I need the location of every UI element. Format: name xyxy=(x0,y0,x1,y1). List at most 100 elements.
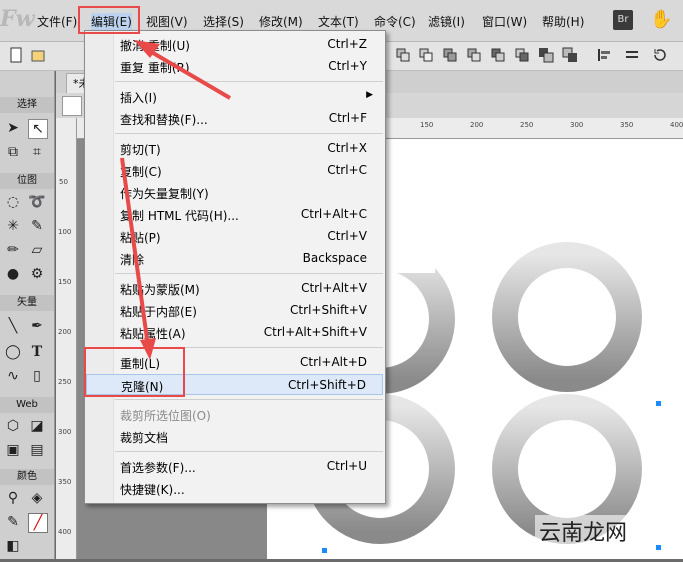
menu-item-shortcut: Ctrl+C xyxy=(327,163,367,177)
tools-section-vector: 矢量 xyxy=(0,295,54,311)
pen-icon[interactable]: ✒ xyxy=(28,317,46,335)
menu-text[interactable]: 文本(T) xyxy=(318,13,359,30)
menu-item-label: 插入(I) xyxy=(120,91,157,105)
menu-item-crop-document[interactable]: 裁剪文档 xyxy=(86,426,383,447)
brush-icon[interactable]: ✎ xyxy=(28,217,46,235)
ruler-tick: 300 xyxy=(58,428,72,436)
eyedropper-icon[interactable]: ⚲ xyxy=(4,489,22,507)
menu-item-label: 快捷键(K)... xyxy=(120,483,185,497)
ungroup-icon[interactable] xyxy=(418,47,434,63)
paint-bucket-icon[interactable]: ◈ xyxy=(28,489,46,507)
menu-item-label: 首选参数(F)... xyxy=(120,461,196,475)
menu-item-paste-attributes[interactable]: 粘贴属性(A) Ctrl+Alt+Shift+V xyxy=(86,322,383,343)
ellipse-icon[interactable]: ◯ xyxy=(4,343,22,361)
ruler-tick: 350 xyxy=(58,478,72,486)
menu-help[interactable]: 帮助(H) xyxy=(542,13,584,30)
menu-item-paste-as-mask[interactable]: 粘贴为蒙版(M) Ctrl+Alt+V xyxy=(86,278,383,299)
menu-item-undo[interactable]: 撤消 重制(U) Ctrl+Z xyxy=(86,34,383,55)
menu-item-label: 裁剪所选位图(O) xyxy=(120,409,211,423)
crop-icon[interactable]: ⌗ xyxy=(28,143,46,161)
menu-item-redo[interactable]: 重复 重制(R) Ctrl+Y xyxy=(86,56,383,77)
scale-icon[interactable]: ⧉ xyxy=(4,143,22,161)
rubber-stamp-icon[interactable]: ⚙ xyxy=(28,265,46,283)
stroke-color-icon[interactable]: ✎ xyxy=(4,513,22,531)
blur-icon[interactable]: ● xyxy=(4,265,22,283)
menu-select[interactable]: 选择(S) xyxy=(203,13,244,30)
lasso-icon[interactable]: ➰ xyxy=(28,193,46,211)
app-logo: Fw xyxy=(0,6,35,32)
send-backward-icon[interactable] xyxy=(514,47,530,63)
pencil-icon[interactable]: ✏ xyxy=(4,241,22,259)
split-icon[interactable] xyxy=(466,47,482,63)
edit-mode-icon[interactable] xyxy=(62,96,82,116)
ring-bottom-right[interactable] xyxy=(492,394,642,544)
menu-separator xyxy=(115,451,383,452)
subselect-icon[interactable]: ↖ xyxy=(28,119,48,139)
magic-wand-icon[interactable]: ✳ xyxy=(4,217,22,235)
menu-view[interactable]: 视图(V) xyxy=(146,13,188,30)
new-document-icon[interactable] xyxy=(8,47,24,63)
tools-section-web: Web xyxy=(0,397,54,413)
pointer-icon[interactable]: ➤ xyxy=(4,119,22,137)
menu-item-preferences[interactable]: 首选参数(F)... Ctrl+U xyxy=(86,456,383,477)
ring-top-right[interactable] xyxy=(492,242,642,392)
join-icon[interactable] xyxy=(442,47,458,63)
align-icon[interactable] xyxy=(596,47,612,63)
menu-window[interactable]: 窗口(W) xyxy=(482,13,527,30)
selection-handle[interactable] xyxy=(656,401,661,406)
marquee-icon[interactable]: ◌ xyxy=(4,193,22,211)
menu-item-copy-as-vector[interactable]: 作为矢量复制(Y) xyxy=(86,182,383,203)
menu-item-label: 查找和替换(F)... xyxy=(120,113,208,127)
menu-item-clear[interactable]: 清除 Backspace xyxy=(86,248,383,269)
menu-item-copy[interactable]: 复制(C) Ctrl+C xyxy=(86,160,383,181)
fill-color-icon[interactable]: ╱ xyxy=(28,513,48,533)
submenu-arrow-icon: ▶ xyxy=(366,90,373,100)
hand-icon[interactable]: ✋ xyxy=(650,9,672,30)
rotate-icon[interactable] xyxy=(652,47,668,63)
knife-icon[interactable]: ▯ xyxy=(28,367,46,385)
selection-handle[interactable] xyxy=(322,548,327,553)
menu-file[interactable]: 文件(F) xyxy=(37,13,77,30)
menu-item-label: 粘贴属性(A) xyxy=(120,327,186,341)
hide-slices-icon[interactable]: ▣ xyxy=(4,441,22,459)
menu-item-paste[interactable]: 粘贴(P) Ctrl+V xyxy=(86,226,383,247)
ruler-tick: 150 xyxy=(420,121,434,129)
menu-item-label: 重复 重制(R) xyxy=(120,61,190,75)
slice-icon[interactable]: ◪ xyxy=(28,417,46,435)
ruler-tick: 300 xyxy=(570,121,584,129)
line-icon[interactable]: ╲ xyxy=(4,317,22,335)
menu-item-insert[interactable]: 插入(I) ▶ xyxy=(86,86,383,107)
bring-to-front-icon[interactable] xyxy=(538,47,554,63)
menu-separator xyxy=(115,273,383,274)
tools-section-colors: 颜色 xyxy=(0,469,54,485)
menu-item-find-replace[interactable]: 查找和替换(F)... Ctrl+F xyxy=(86,108,383,129)
open-document-icon[interactable] xyxy=(30,47,46,63)
menu-item-keyboard-shortcuts[interactable]: 快捷键(K)... xyxy=(86,478,383,499)
menu-item-cut[interactable]: 剪切(T) Ctrl+X xyxy=(86,138,383,159)
default-colors-icon[interactable]: ◧ xyxy=(4,537,22,555)
eraser-icon[interactable]: ▱ xyxy=(28,241,46,259)
show-slices-icon[interactable]: ▤ xyxy=(28,441,46,459)
menu-item-label: 清除 xyxy=(120,253,145,267)
tools-section-select: 选择 xyxy=(0,97,54,113)
bridge-button[interactable]: Br xyxy=(613,10,633,30)
edit-menu-dropdown: 撤消 重制(U) Ctrl+Z 重复 重制(R) Ctrl+Y 插入(I) ▶ 查找和… xyxy=(84,30,386,504)
menu-item-copy-html[interactable]: 复制 HTML 代码(H)... Ctrl+Alt+C xyxy=(86,204,383,225)
ruler-tick: 250 xyxy=(520,121,534,129)
group-icon[interactable] xyxy=(395,47,411,63)
vertical-ruler: 50 100 150 200 250 300 350 400 xyxy=(56,118,77,559)
hotspot-icon[interactable]: ⬡ xyxy=(4,417,22,435)
selection-handle[interactable] xyxy=(656,545,661,550)
menu-filters[interactable]: 滤镜(I) xyxy=(428,13,465,30)
menu-item-label: 作为矢量复制(Y) xyxy=(120,187,209,201)
freeform-icon[interactable]: ∿ xyxy=(4,367,22,385)
menu-modify[interactable]: 修改(M) xyxy=(259,13,303,30)
menu-item-label: 撤消 重制(U) xyxy=(120,39,190,53)
menu-item-shortcut: Ctrl+F xyxy=(328,111,367,125)
text-tool-icon[interactable]: T xyxy=(28,343,46,361)
bring-forward-icon[interactable] xyxy=(490,47,506,63)
send-to-back-icon[interactable] xyxy=(562,47,578,63)
distribute-icon[interactable] xyxy=(624,47,640,63)
menu-commands[interactable]: 命令(C) xyxy=(374,13,416,30)
menu-item-paste-inside[interactable]: 粘贴于内部(E) Ctrl+Shift+V xyxy=(86,300,383,321)
